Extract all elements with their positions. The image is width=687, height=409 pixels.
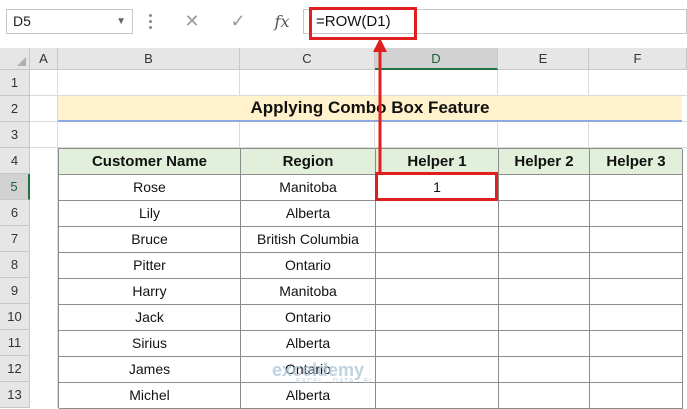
annotation-arrow (373, 38, 387, 172)
cell-helper-1[interactable] (376, 383, 499, 409)
cell-helper-3[interactable] (590, 201, 683, 227)
cell-customer-name[interactable]: Rose (59, 175, 241, 201)
cell-helper-1[interactable] (376, 305, 499, 331)
cell-helper-2[interactable] (499, 383, 590, 409)
row-header-6[interactable]: 6 (0, 200, 30, 226)
worksheet-grid: A B C D E F 1 2 3 4 5 6 7 8 9 10 11 12 1… (0, 48, 687, 409)
cancel-icon[interactable]: ✕ (177, 9, 207, 34)
cell-highlight-box (375, 172, 498, 201)
row-header-4[interactable]: 4 (0, 148, 30, 174)
watermark-tagline: EXCEL · DATA · BI (296, 378, 372, 385)
cell-customer-name[interactable]: James (59, 357, 241, 383)
row-header-3[interactable]: 3 (0, 122, 30, 148)
cell-helper-1[interactable] (376, 227, 499, 253)
cell-region[interactable]: Manitoba (241, 175, 376, 201)
chevron-down-icon[interactable]: ▼ (116, 10, 126, 33)
formula-buttons: ✕ ✓ fx (171, 9, 303, 34)
enter-icon[interactable]: ✓ (223, 9, 253, 34)
cell-customer-name[interactable]: Michel (59, 383, 241, 409)
cell-helper-3[interactable] (590, 253, 683, 279)
cell-helper-1[interactable] (376, 279, 499, 305)
cell-helper-2[interactable] (499, 201, 590, 227)
row-header-7[interactable]: 7 (0, 226, 30, 252)
cell-helper-1[interactable] (376, 331, 499, 357)
cell-helper-3[interactable] (590, 279, 683, 305)
cell-customer-name[interactable]: Pitter (59, 253, 241, 279)
cell-helper-1[interactable] (376, 253, 499, 279)
cell-helper-2[interactable] (499, 227, 590, 253)
watermark: exceldemy EXCEL · DATA · BI (272, 360, 372, 385)
formula-highlight-box (309, 7, 417, 40)
header-region[interactable]: Region (241, 149, 376, 175)
cell-helper-1[interactable] (376, 201, 499, 227)
row-header-9[interactable]: 9 (0, 278, 30, 304)
row-header-8[interactable]: 8 (0, 252, 30, 278)
column-header-f[interactable]: F (589, 48, 687, 70)
cell-customer-name[interactable]: Jack (59, 305, 241, 331)
cell-helper-2[interactable] (499, 331, 590, 357)
cell-region[interactable]: Ontario (241, 305, 376, 331)
cell-helper-2[interactable] (499, 253, 590, 279)
name-box[interactable]: D5 ▼ (6, 9, 133, 34)
drag-handle-icon[interactable] (148, 12, 154, 32)
header-helper-3[interactable]: Helper 3 (590, 149, 683, 175)
name-box-value: D5 (13, 13, 31, 29)
cell-region[interactable]: British Columbia (241, 227, 376, 253)
row-header-12[interactable]: 12 (0, 356, 30, 382)
cell-customer-name[interactable]: Sirius (59, 331, 241, 357)
cell-helper-3[interactable] (590, 227, 683, 253)
cell-helper-3[interactable] (590, 357, 683, 383)
cell-customer-name[interactable]: Harry (59, 279, 241, 305)
select-all-corner[interactable] (0, 48, 30, 70)
row-header-5[interactable]: 5 (0, 174, 30, 200)
column-header-e[interactable]: E (498, 48, 589, 70)
cell-helper-1[interactable] (376, 357, 499, 383)
cell-customer-name[interactable]: Bruce (59, 227, 241, 253)
cell-helper-2[interactable] (499, 305, 590, 331)
cell-helper-3[interactable] (590, 331, 683, 357)
arrow-head (373, 38, 387, 52)
cell-region[interactable]: Manitoba (241, 279, 376, 305)
row-header-11[interactable]: 11 (0, 330, 30, 356)
cell-helper-2[interactable] (499, 357, 590, 383)
cell-region[interactable]: Alberta (241, 383, 376, 409)
insert-function-icon[interactable]: fx (267, 9, 297, 34)
cell-helper-2[interactable] (499, 175, 590, 201)
cell-helper-2[interactable] (499, 279, 590, 305)
row-header-10[interactable]: 10 (0, 304, 30, 330)
row-header-1[interactable]: 1 (0, 70, 30, 96)
cell-region[interactable]: Alberta (241, 201, 376, 227)
cell-region[interactable]: Alberta (241, 331, 376, 357)
cell-customer-name[interactable]: Lily (59, 201, 241, 227)
row-header-2[interactable]: 2 (0, 96, 30, 122)
cell-helper-3[interactable] (590, 305, 683, 331)
header-customer-name[interactable]: Customer Name (59, 149, 241, 175)
cell-helper-3[interactable] (590, 175, 683, 201)
row-header-13[interactable]: 13 (0, 382, 30, 408)
column-header-c[interactable]: C (240, 48, 375, 70)
header-helper-2[interactable]: Helper 2 (499, 149, 590, 175)
cell-region[interactable]: Ontario (241, 253, 376, 279)
cell-helper-3[interactable] (590, 383, 683, 409)
column-header-a[interactable]: A (30, 48, 58, 70)
column-header-b[interactable]: B (58, 48, 240, 70)
